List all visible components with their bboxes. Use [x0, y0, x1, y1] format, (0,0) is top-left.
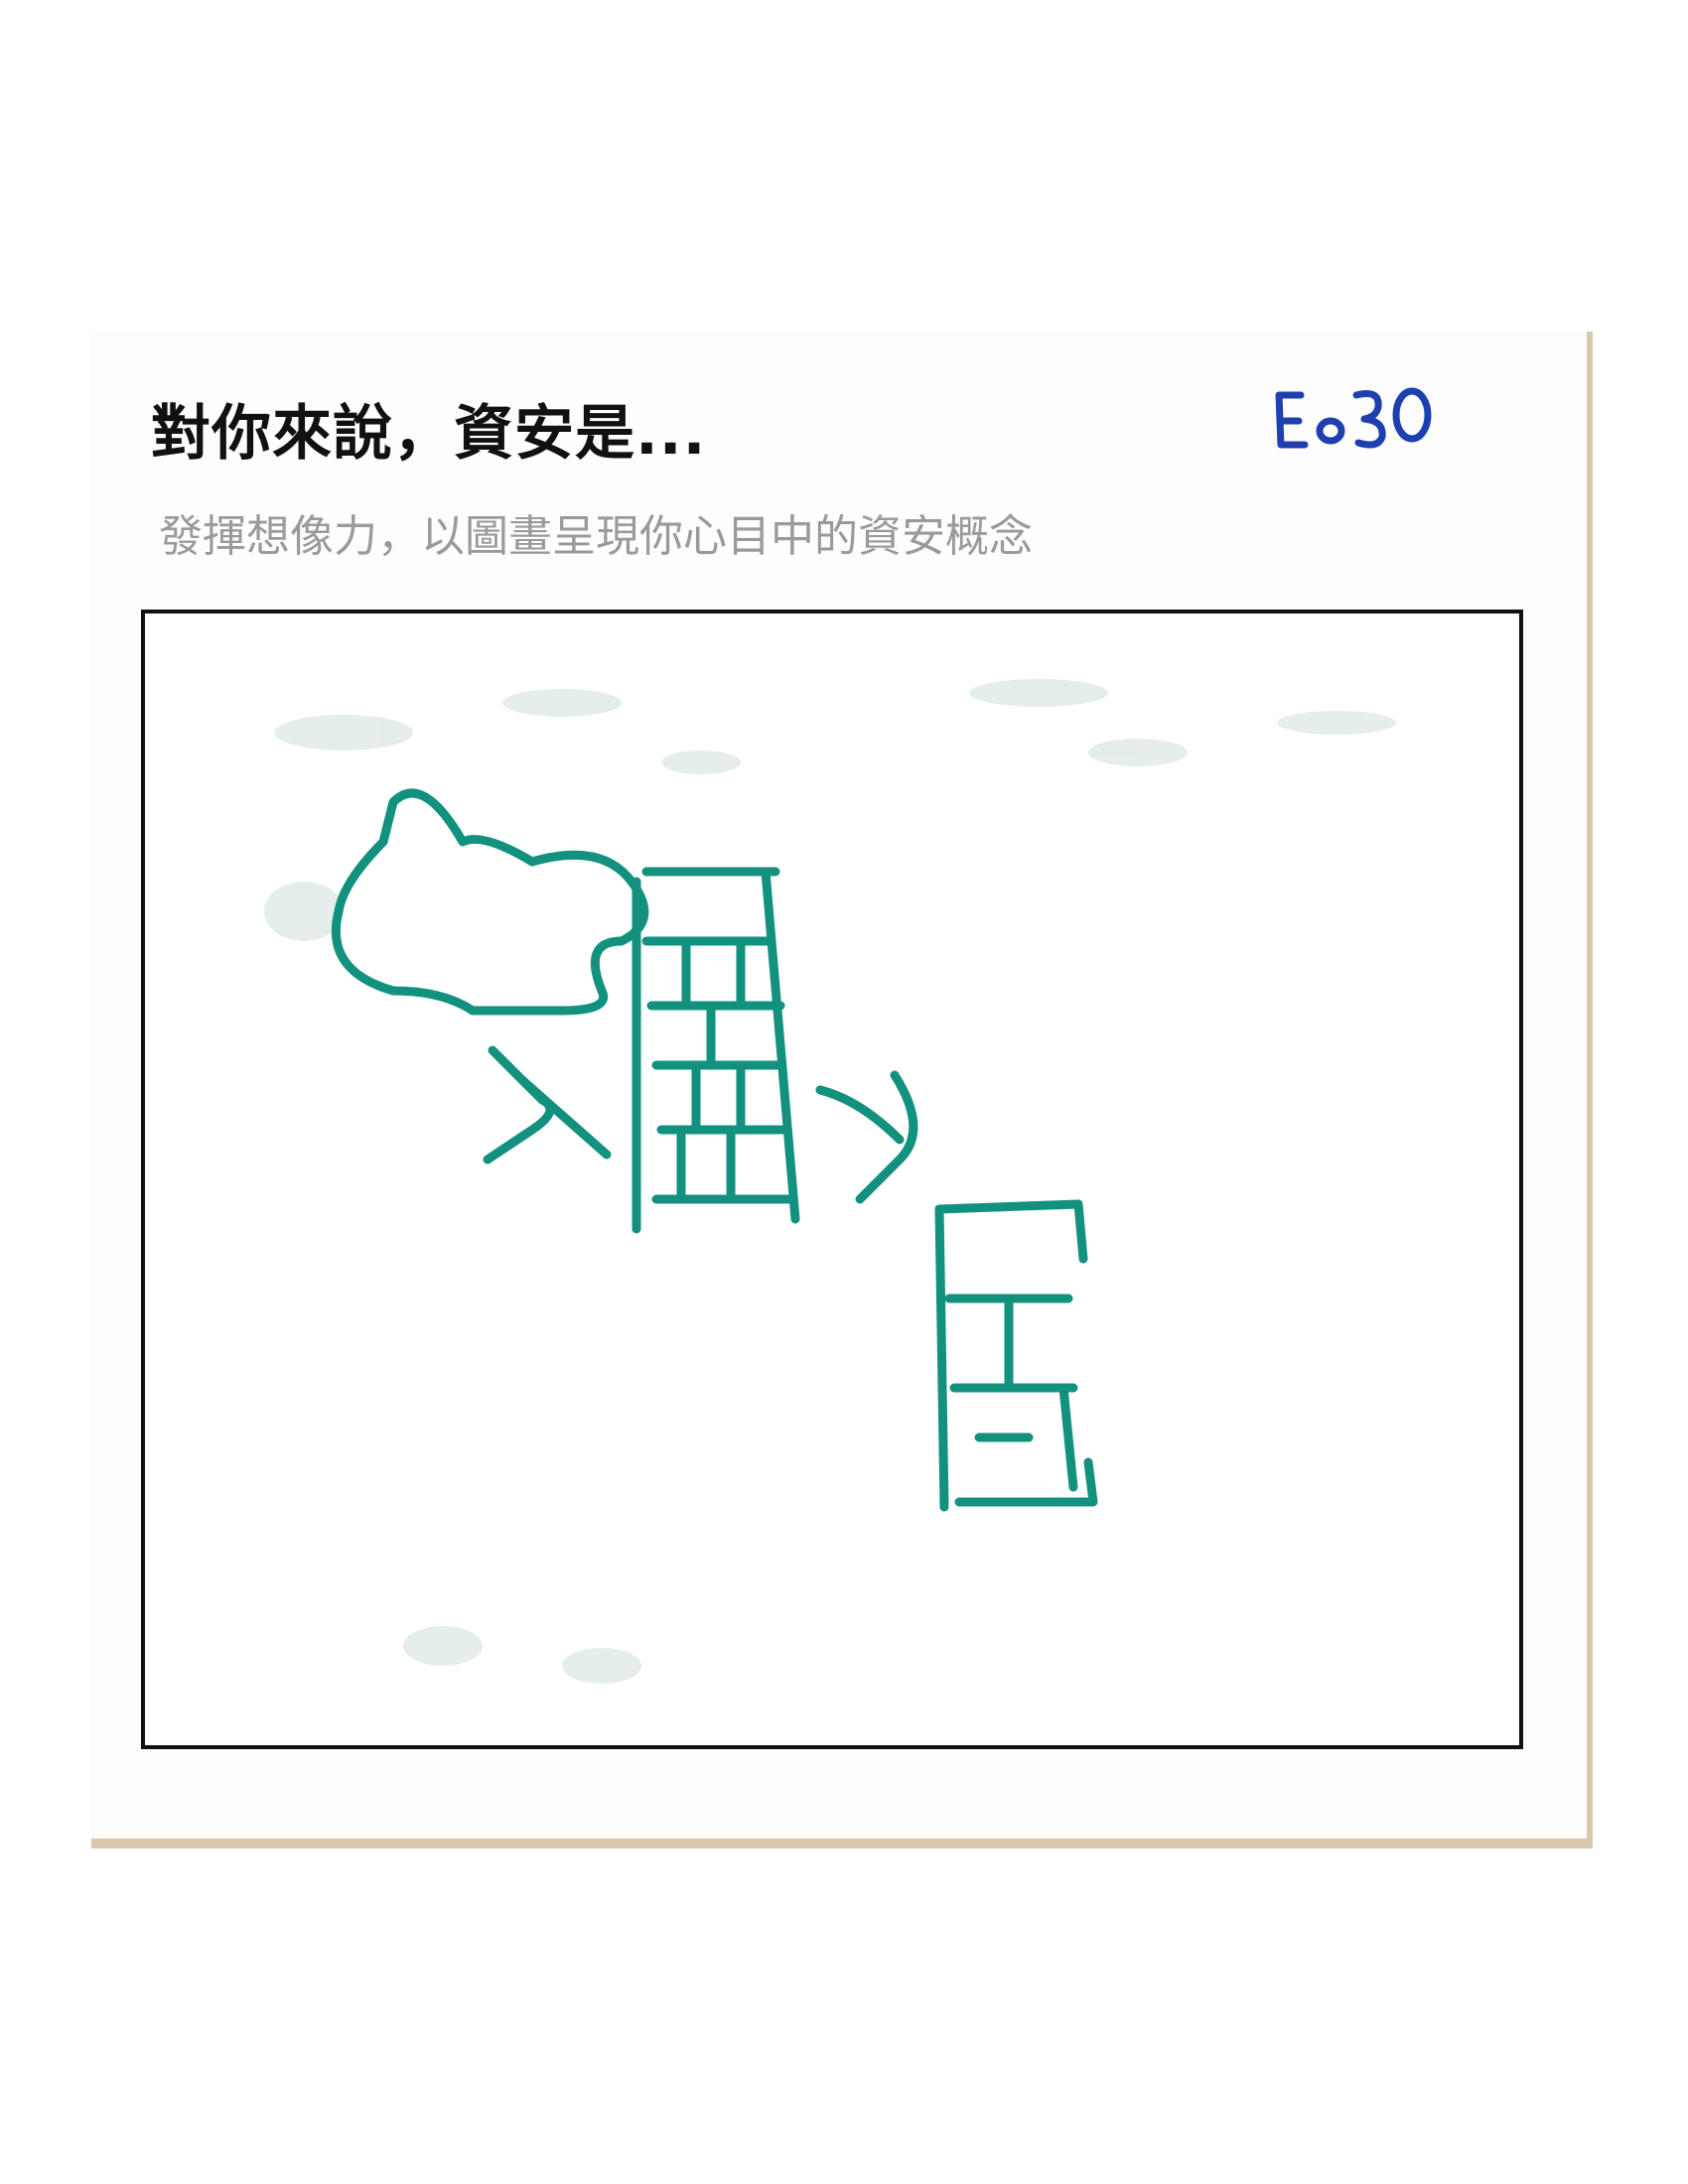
card-title: 對你來說，資安是...: [151, 399, 707, 469]
scanned-page: 對你來說，資安是... 發揮想像力，以圖畫呈現你心目中的資安概念: [0, 0, 1688, 2184]
card-subtitle: 發揮想像力，以圖畫呈現你心目中的資安概念: [159, 511, 1033, 562]
drawing-frame: [141, 610, 1523, 1749]
firewall-drawing: [632, 867, 800, 1234]
drawing-canvas: [264, 679, 1396, 1684]
handwritten-code: [1275, 387, 1432, 449]
arrow-firewall-to-server: [815, 1070, 918, 1204]
server-drawing: [934, 1199, 1098, 1512]
cloud-drawing: [331, 788, 649, 1016]
response-card: 對你來說，資安是... 發揮想像力，以圖畫呈現你心目中的資安概念: [89, 330, 1587, 1839]
arrow-cloud-to-firewall: [483, 1045, 612, 1164]
